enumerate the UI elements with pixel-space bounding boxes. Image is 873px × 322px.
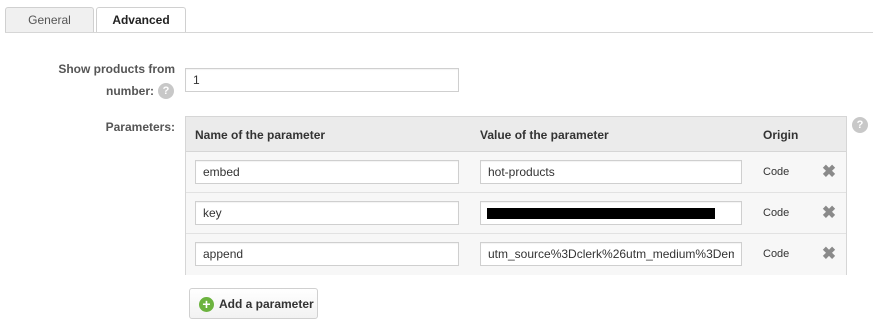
parameter-origin: Code	[763, 248, 790, 260]
close-x-icon[interactable]: ✖	[820, 163, 838, 181]
parameter-value-input-redacted[interactable]	[480, 201, 742, 225]
parameter-row: Code ✖	[186, 193, 846, 234]
parameters-table: Name of the parameter Value of the param…	[185, 116, 847, 275]
column-header-origin: Origin	[763, 128, 799, 142]
column-header-name: Name of the parameter	[195, 128, 326, 142]
close-x-icon[interactable]: ✖	[820, 204, 838, 222]
parameter-value-input[interactable]	[480, 242, 742, 266]
add-parameter-button[interactable]: + Add a parameter	[189, 288, 318, 319]
parameter-origin: Code	[763, 166, 790, 178]
redacted-value	[487, 208, 715, 220]
parameter-name-input[interactable]	[195, 160, 459, 184]
parameter-origin: Code	[763, 207, 790, 219]
parameter-name-input[interactable]	[195, 201, 459, 225]
parameters-table-header: Name of the parameter Value of the param…	[186, 117, 846, 152]
add-parameter-label: Add a parameter	[219, 297, 314, 311]
tab-bar: General Advanced	[0, 0, 873, 33]
close-x-icon[interactable]: ✖	[820, 245, 838, 263]
parameter-name-input[interactable]	[195, 242, 459, 266]
parameters-label: Parameters:	[105, 120, 175, 134]
plus-circle-icon: +	[199, 297, 214, 312]
tab-divider	[5, 32, 873, 33]
parameter-row: Code ✖	[186, 234, 846, 275]
show-products-input[interactable]	[185, 68, 459, 92]
tab-general[interactable]: General	[5, 7, 94, 32]
question-icon[interactable]: ?	[158, 83, 174, 99]
tab-advanced[interactable]: Advanced	[96, 7, 186, 33]
show-products-label: Show products from	[58, 62, 175, 76]
parameter-row: Code ✖	[186, 152, 846, 193]
question-icon[interactable]: ?	[852, 117, 868, 133]
show-products-label-line2: number:	[106, 84, 154, 98]
column-header-value: Value of the parameter	[480, 128, 609, 142]
parameter-value-input[interactable]	[480, 160, 742, 184]
